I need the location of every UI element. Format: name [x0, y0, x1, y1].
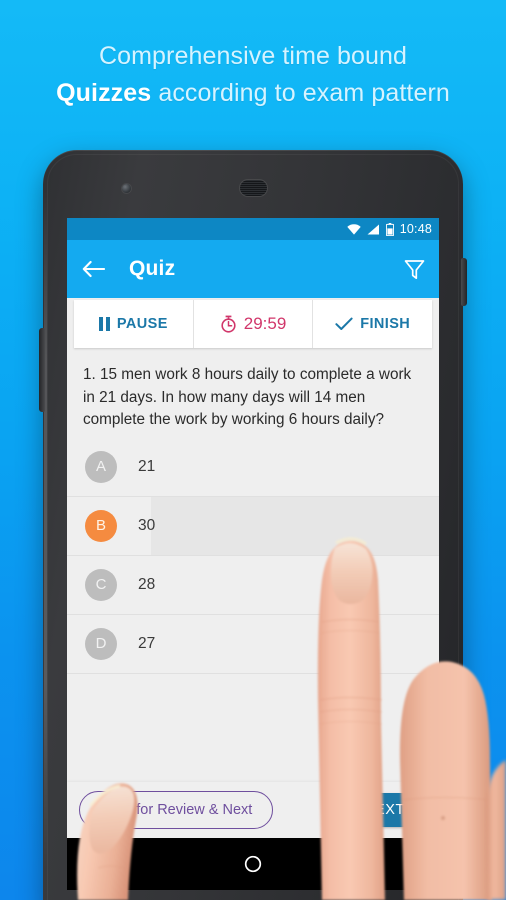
option-label-a: 21 — [138, 457, 156, 475]
option-row-a[interactable]: A 21 — [67, 438, 439, 497]
promo-line-2: Quizzes according to exam pattern — [0, 75, 506, 112]
option-badge-a: A — [85, 450, 117, 483]
promo-headline: Comprehensive time bound Quizzes accordi… — [0, 38, 506, 112]
battery-icon — [385, 222, 394, 236]
phone-device: 10:48 Quiz PAUSE 29:59 FINISH 1. 15 men … — [39, 150, 467, 900]
promo-line-2-bold: Quizzes — [56, 79, 152, 107]
promo-screenshot: Comprehensive time bound Quizzes accordi… — [0, 0, 506, 900]
option-row-d[interactable]: D 27 — [67, 615, 439, 674]
pause-icon — [98, 317, 110, 331]
check-icon — [335, 317, 353, 331]
quiz-timer: 29:59 — [192, 300, 313, 348]
app-bar: Quiz — [67, 240, 439, 298]
finish-button-label: FINISH — [360, 316, 411, 332]
option-label-b: 30 — [138, 516, 156, 534]
option-label-c: 28 — [138, 575, 156, 593]
front-camera-icon — [122, 184, 131, 193]
status-bar-time: 10:48 — [399, 222, 432, 236]
mark-for-review-button[interactable]: Mark for Review & Next — [79, 791, 274, 829]
status-bar: 10:48 — [67, 218, 439, 240]
options-list: A 21 B 30 C 28 D 27 — [67, 437, 439, 726]
android-nav-bar — [67, 838, 439, 890]
back-arrow-icon[interactable] — [81, 259, 105, 279]
next-button[interactable]: NEXT — [341, 793, 427, 827]
pause-button[interactable]: PAUSE — [74, 300, 193, 348]
phone-screen: 10:48 Quiz PAUSE 29:59 FINISH 1. 15 men … — [67, 218, 439, 838]
signal-icon — [367, 224, 380, 235]
option-badge-d: D — [85, 627, 117, 660]
stopwatch-icon — [220, 315, 237, 333]
filter-icon[interactable] — [404, 259, 425, 280]
page-title: Quiz — [129, 257, 176, 280]
promo-line-1: Comprehensive time bound — [98, 42, 408, 70]
action-row-wrapper: PAUSE 29:59 FINISH — [67, 298, 439, 354]
wifi-icon — [347, 223, 361, 235]
earpiece-speaker-icon — [240, 180, 267, 196]
ring-finger — [486, 760, 506, 900]
phone-bezel-highlight — [44, 190, 47, 870]
option-row-b[interactable]: B 30 — [67, 496, 439, 556]
options-filler — [67, 673, 439, 726]
power-button[interactable] — [461, 258, 467, 306]
finish-button[interactable]: FINISH — [312, 300, 432, 348]
pause-button-label: PAUSE — [116, 316, 168, 332]
timer-value: 29:59 — [243, 314, 287, 333]
volume-button[interactable] — [39, 328, 45, 412]
action-row: PAUSE 29:59 FINISH — [74, 300, 432, 348]
option-badge-c: C — [85, 568, 117, 601]
question-text: 1. 15 men work 8 hours daily to complete… — [67, 354, 439, 438]
option-label-d: 27 — [138, 634, 156, 652]
option-row-c[interactable]: C 28 — [67, 556, 439, 615]
home-circle-icon[interactable] — [244, 855, 262, 873]
quiz-bottom-bar: Mark for Review & Next NEXT — [67, 782, 439, 838]
option-badge-b: B — [85, 509, 117, 542]
promo-line-2-rest: according to exam pattern — [151, 79, 450, 107]
